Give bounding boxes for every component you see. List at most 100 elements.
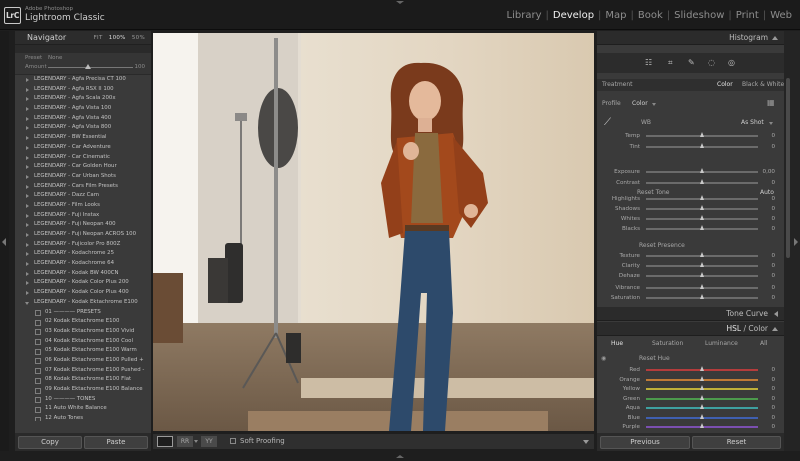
slider-knob[interactable]: [699, 385, 704, 390]
preset-folder[interactable]: LEGENDARY - Kodak Color Plus 200: [15, 278, 151, 288]
amount-knob[interactable]: [85, 64, 91, 69]
wb-eyedropper-icon[interactable]: ⟋: [604, 117, 611, 128]
preset-item[interactable]: 11 Auto White Balance: [15, 404, 151, 414]
slider-knob[interactable]: [699, 195, 704, 200]
paste-button[interactable]: Paste: [84, 436, 148, 449]
preset-folder[interactable]: LEGENDARY - Fujicolor Pro 800Z: [15, 240, 151, 250]
preset-folder[interactable]: LEGENDARY - Kodak BW 400CN: [15, 269, 151, 279]
hsl-tab-saturation[interactable]: Saturation: [652, 340, 683, 347]
treatment-bw[interactable]: Black & White: [742, 81, 784, 88]
tone-curve-header[interactable]: Tone Curve: [597, 307, 784, 321]
hsl-target-icon[interactable]: ◉: [601, 355, 606, 362]
hsl-tab-luminance[interactable]: Luminance: [705, 340, 738, 347]
histogram-collapse-icon[interactable]: [772, 36, 778, 40]
module-library[interactable]: Library: [507, 10, 542, 21]
hsl-collapse-icon[interactable]: [772, 327, 778, 331]
slider-value[interactable]: 0: [771, 292, 775, 304]
module-map[interactable]: Map: [605, 10, 626, 21]
slider-knob[interactable]: [699, 413, 704, 419]
preset-item[interactable]: 10 ———— TONES: [15, 395, 151, 405]
preset-item[interactable]: 05 Kodak Ektachrome E100 Warm: [15, 346, 151, 356]
preset-folder[interactable]: LEGENDARY - Fuji Instax: [15, 211, 151, 221]
slider-knob[interactable]: [699, 394, 704, 400]
preset-folder[interactable]: LEGENDARY - Car Adventure: [15, 143, 151, 153]
slider-knob[interactable]: [699, 366, 704, 371]
crop-icon[interactable]: ⌗: [668, 58, 673, 68]
preset-item[interactable]: 07 Kodak Ektachrome E100 Pushed -: [15, 366, 151, 376]
profile-browser-icon[interactable]: ▦: [767, 98, 775, 107]
slider-knob[interactable]: [699, 225, 704, 230]
wb-value[interactable]: As Shot: [741, 119, 764, 126]
red-eye-icon[interactable]: ◌: [708, 58, 715, 67]
slider-knob[interactable]: [699, 284, 704, 289]
histogram-header[interactable]: Histogram: [597, 31, 784, 45]
treatment-color[interactable]: Color: [717, 81, 733, 88]
preset-folder[interactable]: LEGENDARY - Agfa Vista 100: [15, 104, 151, 114]
before-after-swap-icon[interactable]: YY: [201, 436, 217, 447]
reset-presence-button[interactable]: Reset Presence: [639, 242, 685, 249]
module-develop[interactable]: Develop: [553, 10, 594, 21]
preset-folder[interactable]: LEGENDARY - Agfa RSX II 100: [15, 85, 151, 95]
hsl-title-color[interactable]: Color: [748, 324, 768, 333]
tone-curve-expand-icon[interactable]: [774, 311, 778, 317]
slider-knob[interactable]: [699, 179, 704, 184]
slider-knob[interactable]: [699, 132, 704, 137]
slider-knob[interactable]: [699, 205, 704, 210]
hsl-header[interactable]: HSL / Color: [597, 322, 784, 336]
preset-item[interactable]: 12 Auto Tones: [15, 414, 151, 421]
slider-knob[interactable]: [699, 272, 704, 277]
left-panel-toggle-icon[interactable]: [2, 238, 6, 246]
top-panel-toggle-icon[interactable]: [396, 1, 404, 4]
hsl-tab-hue[interactable]: Hue: [611, 340, 623, 347]
preset-item[interactable]: 04 Kodak Ektachrome E100 Cool: [15, 337, 151, 347]
previous-button[interactable]: Previous: [600, 436, 690, 449]
zoom-50[interactable]: 50%: [132, 35, 145, 41]
preset-folder[interactable]: LEGENDARY - Car Golden Hour: [15, 162, 151, 172]
preset-folder[interactable]: LEGENDARY - Kodak Ektachrome E100: [15, 298, 151, 308]
preset-folder[interactable]: LEGENDARY - Fuji Neopan 400: [15, 220, 151, 230]
preset-folder[interactable]: LEGENDARY - Kodachrome 64: [15, 259, 151, 269]
module-book[interactable]: Book: [638, 10, 663, 21]
preset-folder[interactable]: LEGENDARY - Film Looks: [15, 201, 151, 211]
slider-knob[interactable]: [699, 404, 704, 409]
slider-value[interactable]: 0: [771, 270, 775, 282]
slider-saturation[interactable]: Saturation 0: [603, 292, 781, 304]
profile-value[interactable]: Color: [632, 100, 648, 107]
loupe-view-icon[interactable]: [157, 436, 173, 447]
slider-knob[interactable]: [699, 262, 704, 267]
preset-folder[interactable]: LEGENDARY - Kodak Color Plus 400: [15, 288, 151, 298]
slider-value[interactable]: 0: [771, 223, 775, 235]
preset-folder[interactable]: LEGENDARY - Agfa Precisa CT 100: [15, 75, 151, 85]
navigator-preview[interactable]: [15, 45, 151, 53]
preset-item[interactable]: 09 Kodak Ektachrome E100 Balance: [15, 385, 151, 395]
copy-button[interactable]: Copy: [18, 436, 82, 449]
zoom-100[interactable]: 100%: [109, 35, 126, 41]
preset-item[interactable]: 02 Kodak Ektachrome E100: [15, 317, 151, 327]
before-after-dropdown-icon[interactable]: [194, 440, 198, 443]
reset-button[interactable]: Reset: [692, 436, 781, 449]
slider-value[interactable]: 0: [771, 141, 775, 153]
photo-canvas[interactable]: [153, 33, 594, 431]
toolbar-menu-icon[interactable]: [583, 440, 589, 444]
navigator-header[interactable]: Navigator FIT 100% 50%: [15, 31, 151, 45]
slider-tint[interactable]: Tint 0: [603, 141, 781, 153]
slider-knob[interactable]: [699, 375, 704, 381]
slider-knob[interactable]: [699, 294, 704, 299]
soft-proofing-checkbox[interactable]: [230, 438, 236, 444]
preset-folder[interactable]: LEGENDARY - Agfa Scala 200x: [15, 94, 151, 104]
preset-folder[interactable]: LEGENDARY - Agfa Vista 800: [15, 123, 151, 133]
slider-knob[interactable]: [699, 423, 704, 428]
slider-value[interactable]: 0: [771, 177, 775, 189]
preset-item[interactable]: 03 Kodak Ektachrome E100 Vivid: [15, 327, 151, 337]
edit-sliders-icon[interactable]: ☷: [645, 58, 652, 67]
preset-item[interactable]: 01 ———— PRESETS: [15, 308, 151, 318]
right-panel-toggle-icon[interactable]: [794, 238, 798, 246]
preset-folder[interactable]: LEGENDARY - BW Essential: [15, 133, 151, 143]
preset-folder[interactable]: LEGENDARY - Agfa Vista 400: [15, 114, 151, 124]
healing-icon[interactable]: ✎: [688, 58, 695, 67]
slider-knob[interactable]: [699, 215, 704, 220]
module-web[interactable]: Web: [770, 10, 792, 21]
filmstrip-toggle-icon[interactable]: [396, 455, 404, 458]
preset-item[interactable]: 08 Kodak Ektachrome E100 Flat: [15, 375, 151, 385]
right-panel-scrollbar[interactable]: [786, 78, 790, 258]
